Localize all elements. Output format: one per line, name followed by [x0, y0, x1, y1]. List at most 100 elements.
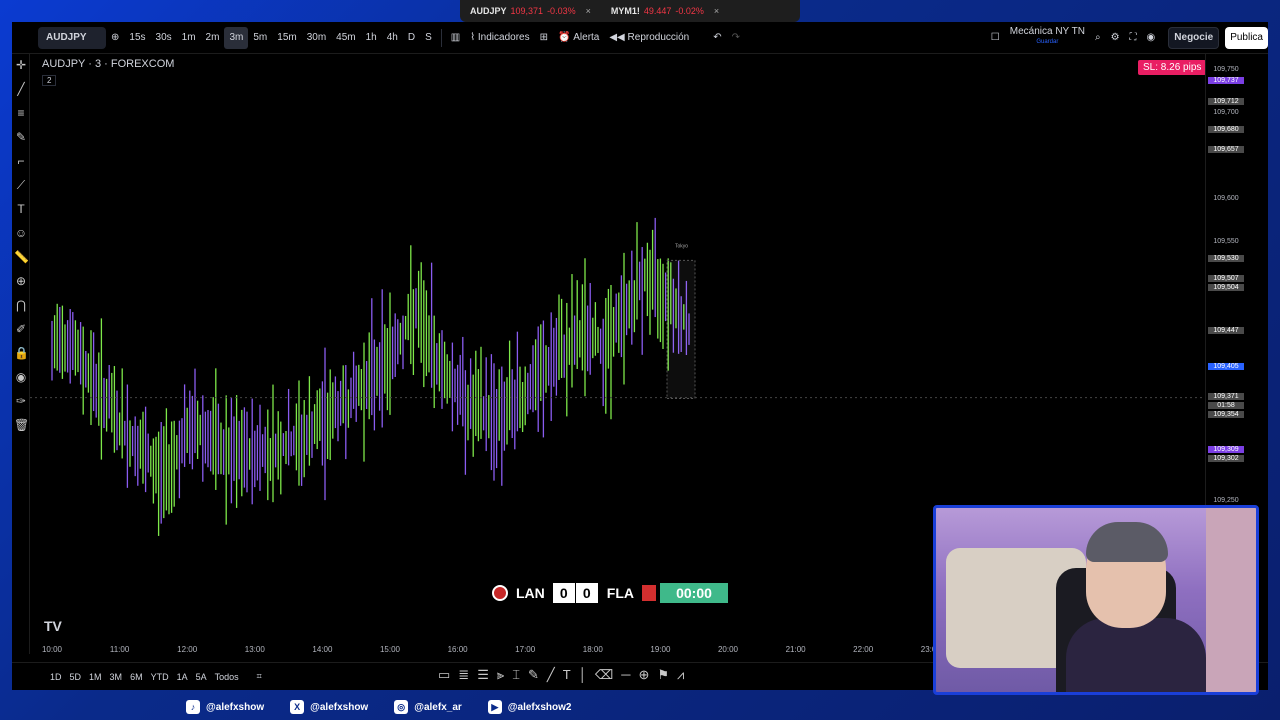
replay-label: Reproducción — [627, 32, 690, 43]
timeframe-D[interactable]: D — [403, 27, 420, 49]
layout-preset-button[interactable]: Mecánica NY TN Guardar — [1005, 25, 1090, 49]
zoom-icon[interactable]: ⊕ — [14, 274, 28, 294]
timeframe-15m[interactable]: 15m — [272, 27, 301, 49]
goto-date-icon[interactable]: ⌗ — [253, 671, 266, 682]
trash-icon[interactable]: 🗑 — [14, 418, 29, 438]
pen-tool-icon[interactable]: ✎ — [528, 667, 539, 683]
price-tick: 109,550 — [1213, 238, 1239, 246]
social-item[interactable]: ▶ @alefxshow2 — [487, 700, 571, 714]
eraser-icon[interactable]: ⌫ — [595, 667, 613, 683]
range-5A[interactable]: 5A — [192, 672, 211, 682]
price-label: 109,530 — [1208, 255, 1244, 263]
text-icon[interactable]: T — [14, 202, 28, 222]
price-label: 109,371 — [1208, 392, 1244, 400]
fullscreen-icon[interactable]: ⛶ — [1125, 27, 1142, 49]
emoji-icon[interactable]: ☺ — [14, 226, 28, 246]
search-icon[interactable]: ⌕ — [1090, 27, 1106, 49]
range-1M[interactable]: 1M — [85, 672, 106, 682]
fib-icon[interactable]: ≡ — [14, 106, 28, 126]
line-tool-icon[interactable]: ╱ — [547, 667, 555, 683]
timeframe-45m[interactable]: 45m — [331, 27, 360, 49]
quick-drawing-tools: ▭ ≣ ☰ ⫸ ⌶ ✎ ╱ T │ ⌫ ─ ⊕ ⚑ ⩘ — [438, 667, 684, 683]
time-tick: 20:00 — [717, 645, 739, 654]
top-toolbar: AUDJPY ⊕ 15s 30s 1m 2m 3m 5m 15m 30m 45m 1h 4h D S ▥… — [12, 22, 1268, 54]
preset-name: Mecánica NY TN — [1009, 25, 1085, 37]
timeframe-3m[interactable]: 3m — [224, 26, 249, 49]
ruler-icon[interactable]: 📏 — [14, 250, 29, 270]
indicators-button[interactable]: ⌇ Indicadores — [465, 27, 534, 49]
timeframe-1m[interactable]: 1m — [177, 27, 201, 49]
settings-icon[interactable]: ⚙ — [1106, 27, 1125, 49]
rectangle-icon[interactable]: ▭ — [438, 667, 450, 683]
pencil-lock-icon[interactable]: ✐ — [14, 322, 28, 342]
trendline-icon[interactable]: ╱ — [14, 82, 28, 102]
timeframe-2m[interactable]: 2m — [201, 27, 225, 49]
time-tick: 22:00 — [853, 645, 874, 654]
camera-icon[interactable]: ◉ — [1142, 27, 1161, 49]
browser-tabbar: AUDJPY 109,371 -0.03% × MYM1! 49.447 -0.… — [460, 0, 800, 22]
drawing-toolbar: ✛ ╱ ≡ ✎ ⌐ ⟋ T ☺ 📏 ⊕ ⋂ ✐ 🔒 ◉ ✑ 🗑 — [12, 54, 30, 654]
range-1D[interactable]: 1D — [46, 672, 66, 682]
session-box[interactable] — [666, 259, 696, 399]
eye-icon[interactable]: ◉ — [14, 370, 28, 390]
preset-save[interactable]: Guardar — [1036, 37, 1058, 47]
timeframe-4h[interactable]: 4h — [382, 27, 403, 49]
fib-extension-icon[interactable]: ☰ — [477, 667, 489, 683]
text-tool-icon[interactable]: T — [563, 667, 571, 683]
trade-button[interactable]: Negocie — [1168, 26, 1220, 49]
candles-icon[interactable]: ▥ — [446, 27, 465, 49]
range-1A[interactable]: 1A — [173, 672, 192, 682]
vertical-measure-icon[interactable]: ⌶ — [512, 667, 520, 683]
symbol-search-button[interactable]: AUDJPY — [38, 26, 106, 49]
lock-icon[interactable]: 🔒 — [14, 346, 29, 366]
curtain — [1206, 508, 1256, 692]
cursor-icon[interactable]: ✛ — [14, 58, 28, 78]
close-icon[interactable]: × — [714, 6, 719, 16]
time-tick: 21:00 — [785, 645, 806, 654]
undo-icon[interactable]: ↶ — [708, 27, 726, 49]
range-Todos[interactable]: Todos — [211, 672, 243, 682]
time-tick: 14:00 — [312, 645, 333, 654]
redo-icon[interactable]: ↷ — [727, 27, 745, 49]
alert-button[interactable]: ⏰ Alerta — [553, 27, 604, 49]
layout-icon[interactable]: ⊞ — [535, 27, 553, 49]
away-team: FLA — [606, 585, 634, 601]
publish-button[interactable]: Publica — [1225, 26, 1268, 49]
social-item[interactable]: X @alefxshow — [290, 700, 368, 714]
timeframe-15s[interactable]: 15s — [124, 27, 150, 49]
range-YTD[interactable]: YTD — [147, 672, 173, 682]
time-tick: 10:00 — [41, 645, 63, 654]
range-3M[interactable]: 3M — [106, 672, 127, 682]
pen-icon[interactable]: ✑ — [14, 394, 28, 414]
timeframe-30s[interactable]: 30s — [151, 27, 177, 49]
browser-tab-audjpy[interactable]: AUDJPY 109,371 -0.03% × — [460, 0, 601, 22]
add-symbol-icon[interactable]: ⊕ — [106, 27, 124, 49]
measure-icon[interactable]: ⌐ — [14, 154, 28, 174]
close-icon[interactable]: × — [586, 6, 591, 16]
timeframe-S[interactable]: S — [420, 27, 437, 49]
fib-retracement-icon[interactable]: ≣ — [458, 667, 469, 683]
social-item[interactable]: ♪ @alefxshow — [186, 700, 264, 714]
stop-loss-badge: SL: 8.26 pips — [1138, 60, 1207, 75]
brush-icon[interactable]: ✎ — [14, 130, 28, 150]
social-item[interactable]: ◎ @alefx_ar — [394, 700, 462, 714]
horizontal-line-icon[interactable]: ─ — [621, 667, 630, 683]
timeframe-30m[interactable]: 30m — [302, 27, 331, 49]
vertical-line-icon[interactable]: │ — [579, 667, 587, 683]
magnet-icon[interactable]: ⋂ — [14, 298, 28, 318]
chart-legend-toggle[interactable]: 2 — [42, 75, 57, 86]
time-tick: 18:00 — [582, 645, 603, 654]
channel-icon[interactable]: ⫸ — [497, 667, 504, 683]
timeframe-1h[interactable]: 1h — [361, 27, 382, 49]
browser-tab-mym1[interactable]: MYM1! 49.447 -0.02% × — [601, 0, 729, 22]
flag-icon[interactable]: ⚑ — [657, 667, 669, 683]
range-5D[interactable]: 5D — [66, 672, 86, 682]
replay-button[interactable]: ◀◀ Reproducción — [604, 27, 694, 49]
checkbox-icon[interactable]: ☐ — [986, 27, 1005, 49]
pattern-icon[interactable]: ⟋ — [14, 178, 28, 198]
away-crest-icon — [642, 585, 656, 601]
path-icon[interactable]: ⩘ — [677, 667, 684, 683]
timeframe-5m[interactable]: 5m — [248, 27, 272, 49]
range-6M[interactable]: 6M — [126, 672, 147, 682]
crosshair-icon[interactable]: ⊕ — [638, 667, 649, 683]
